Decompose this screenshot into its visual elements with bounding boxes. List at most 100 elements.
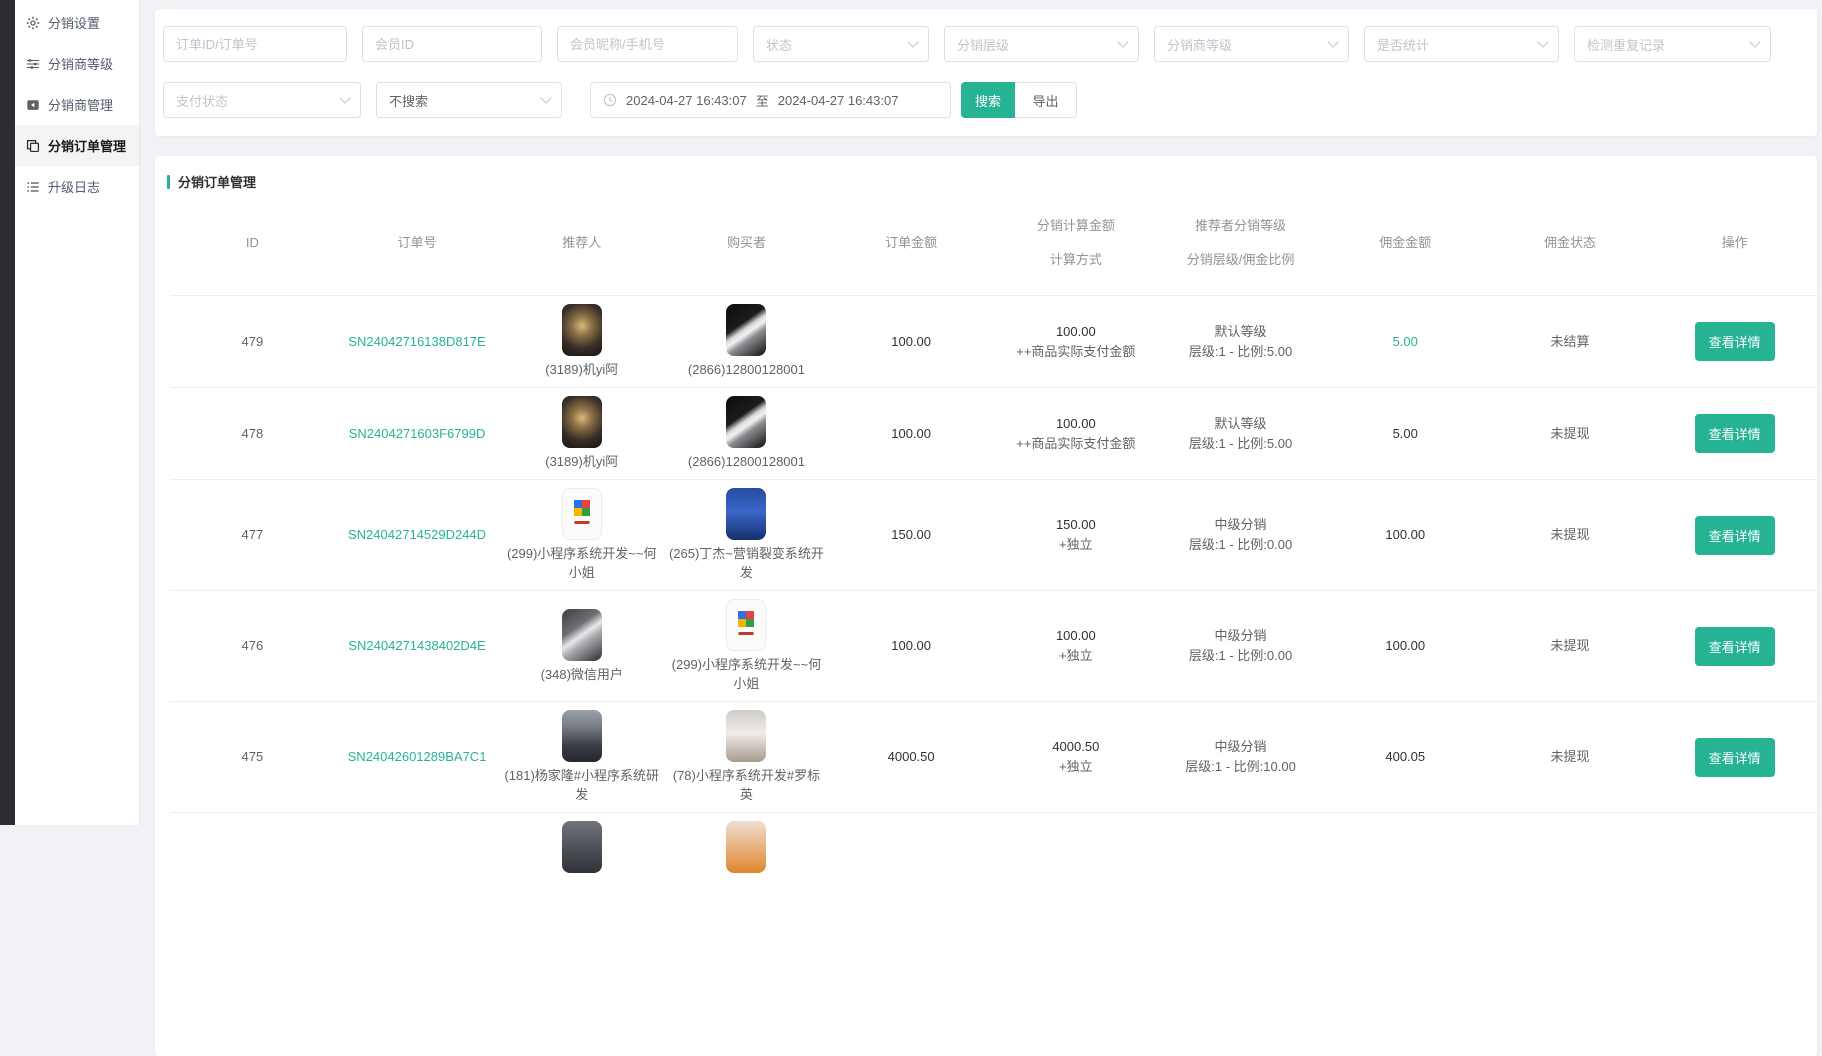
title-accent-bar: [167, 175, 170, 189]
sidebar-item-distribution-orders[interactable]: 分销订单管理: [15, 125, 139, 166]
sidebar-item-label: 分销商等级: [48, 54, 113, 73]
status-select-placeholder: 状态: [766, 35, 792, 54]
sidebar-item-label: 分销设置: [48, 13, 100, 32]
sidebar-item-distribution-settings[interactable]: 分销设置: [15, 2, 139, 43]
referrer-avatar: [562, 821, 602, 873]
date-range-picker[interactable]: 2024-04-27 16:43:07 至 2024-04-27 16:43:0…: [590, 82, 951, 118]
is-statistic-select[interactable]: 是否统计: [1364, 26, 1559, 62]
view-detail-button[interactable]: 查看详情: [1695, 627, 1775, 666]
column-header: 推荐人: [499, 226, 664, 260]
member-nickname-input[interactable]: [557, 26, 738, 62]
level-cell: 中级分销层级:1 - 比例:0.00: [1158, 626, 1323, 666]
buyer-cell: (78)小程序系统开发#罗标英: [664, 710, 829, 804]
order-number-cell: SN2404271438402D4E: [335, 636, 500, 656]
export-button[interactable]: 导出: [1015, 82, 1077, 118]
order-number-cell: SN24042601289BA7C1: [335, 747, 500, 767]
table-row: 479 SN24042716138D817E (3189)机yi阿 (2866)…: [170, 295, 1817, 387]
commission-status: 未提现: [1488, 636, 1653, 656]
sidebar-item-upgrade-log[interactable]: 升级日志: [15, 166, 139, 207]
page-title-text: 分销订单管理: [178, 172, 256, 191]
calc-cell: 4000.50+独立: [993, 737, 1158, 777]
column-header: 佣金金额: [1323, 226, 1488, 260]
order-id: 475: [170, 747, 335, 767]
commission-amount: 400.05: [1323, 747, 1488, 767]
action-cell: 查看详情: [1652, 516, 1817, 555]
referrer-avatar: [562, 710, 602, 762]
buyer-avatar: [726, 710, 766, 762]
duplicate-check-select[interactable]: 检测重复记录: [1574, 26, 1771, 62]
commission-status: 未提现: [1488, 747, 1653, 767]
view-detail-button[interactable]: 查看详情: [1695, 414, 1775, 453]
chevron-down-icon: [339, 92, 350, 103]
chevron-down-icon: [1749, 36, 1760, 47]
order-number-link[interactable]: SN2404271603F6799D: [349, 426, 486, 441]
app-root: 分销设置 分销商等级 分销商管理 分销订单管理: [0, 0, 1822, 825]
table-row: 478 SN2404271603F6799D (3189)机yi阿 (2866)…: [170, 387, 1817, 479]
order-id-input[interactable]: [163, 26, 347, 62]
order-number-link[interactable]: SN2404271438402D4E: [348, 638, 485, 653]
sidebar-item-label: 分销商管理: [48, 95, 113, 114]
sidebar-item-distributor-grade[interactable]: 分销商等级: [15, 43, 139, 84]
is-statistic-placeholder: 是否统计: [1377, 35, 1429, 54]
commission-amount: 100.00: [1323, 636, 1488, 656]
sidebar: 分销设置 分销商等级 分销商管理 分销订单管理: [15, 0, 140, 825]
distributor-grade-placeholder: 分销商等级: [1167, 35, 1232, 54]
chevron-down-icon: [907, 36, 918, 47]
order-number-cell: SN2404271603F6799D: [335, 424, 500, 444]
column-header: 购买者: [664, 226, 829, 260]
order-id: 478: [170, 424, 335, 444]
commission-amount: 5.00: [1323, 332, 1488, 352]
buyer-cell: (2866)12800128001: [664, 304, 829, 379]
column-header: 推荐者分销等级分销层级/佣金比例: [1158, 209, 1323, 277]
action-cell: 查看详情: [1652, 627, 1817, 666]
view-detail-button[interactable]: 查看详情: [1695, 516, 1775, 555]
calc-cell: 100.00++商品实际支付金额: [993, 322, 1158, 362]
date-start-value: 2024-04-27 16:43:07: [626, 93, 747, 108]
referrer-cell: (348)微信用户: [499, 609, 664, 684]
order-number-link[interactable]: SN24042601289BA7C1: [348, 749, 487, 764]
main-content: 状态 分销层级 分销商等级 是否统计 检测重复记录: [140, 0, 1822, 825]
search-button[interactable]: 搜索: [961, 82, 1015, 118]
referrer-avatar: [562, 488, 602, 540]
order-amount: 4000.50: [829, 747, 994, 767]
member-id-input[interactable]: [362, 26, 542, 62]
distributor-grade-select[interactable]: 分销商等级: [1154, 26, 1349, 62]
buyer-avatar: [726, 304, 766, 356]
order-number-link[interactable]: SN24042714529D244D: [348, 527, 486, 542]
level-cell: 中级分销层级:1 - 比例:0.00: [1158, 515, 1323, 555]
order-number-link[interactable]: SN24042716138D817E: [348, 334, 485, 349]
chevron-down-icon: [1327, 36, 1338, 47]
chevron-down-icon: [1537, 36, 1548, 47]
column-header: 订单金额: [829, 226, 994, 260]
buyer-avatar: [726, 821, 766, 873]
status-select[interactable]: 状态: [753, 26, 929, 62]
view-detail-button[interactable]: 查看详情: [1695, 738, 1775, 777]
action-cell: 查看详情: [1652, 414, 1817, 453]
commission-amount: 100.00: [1323, 525, 1488, 545]
commission-status: 未提现: [1488, 424, 1653, 444]
filter-row-2: 支付状态 不搜索 2024-04-27 16:43:07 至 2024-04-2…: [163, 82, 1803, 118]
referrer-avatar: [562, 396, 602, 448]
chevron-down-icon: [1117, 36, 1128, 47]
order-number-cell: SN24042716138D817E: [335, 332, 500, 352]
sidebar-item-distributor-management[interactable]: 分销商管理: [15, 84, 139, 125]
referrer-cell: (181)杨家隆#小程序系统研发: [499, 710, 664, 804]
commission-status: 未结算: [1488, 332, 1653, 352]
order-amount: 150.00: [829, 525, 994, 545]
column-header: 分销计算金额计算方式: [993, 209, 1158, 277]
distributor-icon: [26, 98, 40, 112]
table-row: 477 SN24042714529D244D (299)小程序系统开发~~何小姐…: [170, 479, 1817, 590]
buyer-cell: (265)丁杰~营销裂变系统开发: [664, 488, 829, 582]
search-mode-select[interactable]: 不搜索: [376, 82, 562, 118]
view-detail-button[interactable]: 查看详情: [1695, 322, 1775, 361]
buyer-name: (299)小程序系统开发~~何小姐: [667, 655, 825, 693]
level-cell: 默认等级层级:1 - 比例:5.00: [1158, 322, 1323, 362]
level-cell: 默认等级层级:1 - 比例:5.00: [1158, 414, 1323, 454]
collapsed-nav-rail: [0, 0, 15, 825]
search-mode-value: 不搜索: [389, 91, 428, 110]
distribution-level-select[interactable]: 分销层级: [944, 26, 1139, 62]
commission-status: 未提现: [1488, 525, 1653, 545]
pay-status-select[interactable]: 支付状态: [163, 82, 361, 118]
table-row: 476 SN2404271438402D4E (348)微信用户 (299)小程…: [170, 590, 1817, 701]
clock-icon: [603, 93, 617, 107]
